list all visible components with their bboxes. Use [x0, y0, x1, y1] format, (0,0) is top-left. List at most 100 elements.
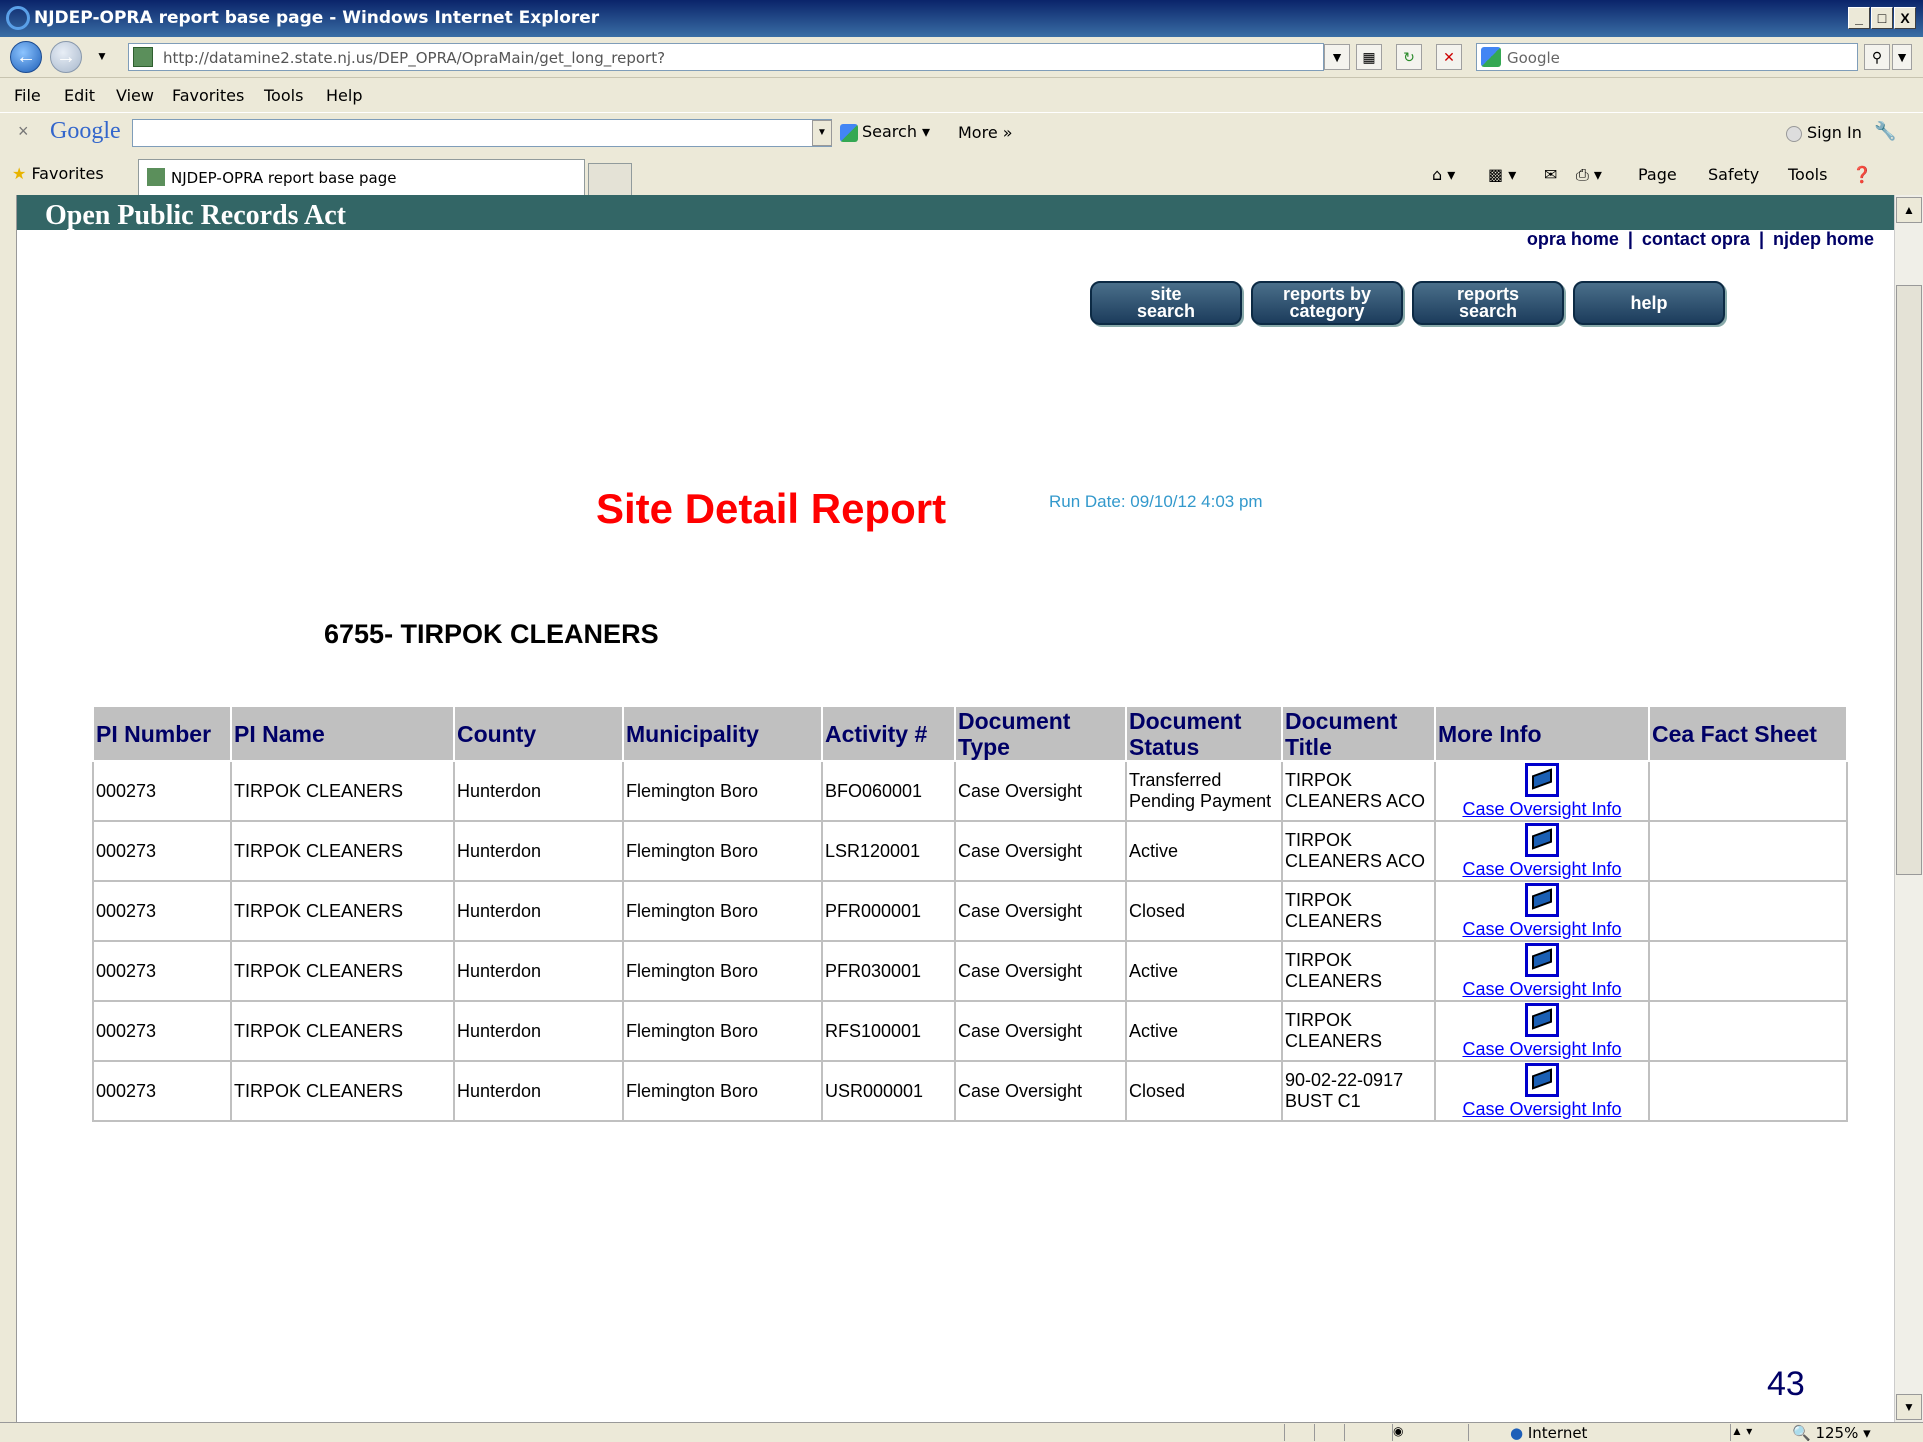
back-button[interactable]: ← — [10, 41, 42, 73]
cell-document-title: TIRPOK CLEANERS — [1281, 1000, 1436, 1062]
reports-by-category-button-text: reports by category — [1283, 285, 1371, 321]
maximize-button[interactable]: □ — [1871, 7, 1893, 29]
page-menu[interactable]: Page — [1638, 165, 1677, 184]
refresh-icon[interactable]: ↻ — [1396, 44, 1422, 70]
home-icon[interactable]: ⌂ ▾ — [1432, 165, 1455, 184]
menu-view[interactable]: View — [116, 86, 154, 105]
table-row: 000273 TIRPOK CLEANERS Hunterdon Flemington… — [92, 1000, 1848, 1062]
cell-cea-fact-sheet — [1648, 820, 1848, 882]
case-oversight-info-link[interactable]: Case Oversight Info — [1438, 1039, 1646, 1060]
cell-document-status: Active — [1125, 820, 1283, 882]
google-search-icon — [1481, 47, 1501, 67]
cell-pi-number: 000273 — [92, 1060, 232, 1122]
menu-file[interactable]: File — [14, 86, 41, 105]
case-oversight-info-link[interactable]: Case Oversight Info — [1438, 979, 1646, 1000]
close-button[interactable]: X — [1894, 7, 1916, 29]
cell-more-info: Case Oversight Info — [1434, 760, 1650, 822]
site-search-button[interactable]: site search — [1090, 281, 1242, 325]
col-more-info: More Info — [1434, 705, 1650, 762]
book-icon[interactable] — [1525, 1062, 1559, 1097]
reports-search-button[interactable]: reports search — [1412, 281, 1564, 325]
sign-in-button[interactable]: Sign In — [1786, 123, 1862, 142]
cell-document-type: Case Oversight — [954, 880, 1127, 942]
safety-menu[interactable]: Safety — [1708, 165, 1759, 184]
cell-document-type: Case Oversight — [954, 1060, 1127, 1122]
case-oversight-info-link[interactable]: Case Oversight Info — [1438, 799, 1646, 820]
zoom-control[interactable]: 🔍 125% ▾ — [1792, 1424, 1871, 1442]
vertical-scrollbar[interactable]: ▲ ▼ — [1894, 195, 1923, 1422]
case-oversight-info-link[interactable]: Case Oversight Info — [1438, 919, 1646, 940]
recent-pages-dropdown-icon[interactable]: ▼ — [96, 49, 108, 63]
search-box[interactable]: Google — [1476, 43, 1858, 71]
zoom-level: 125% — [1815, 1424, 1859, 1442]
slide-number: 43 — [1767, 1365, 1805, 1403]
col-pi-name: PI Name — [230, 705, 455, 762]
tools-menu[interactable]: Tools — [1788, 165, 1827, 184]
stop-icon[interactable]: ✕ — [1436, 44, 1462, 70]
status-cell — [1468, 1424, 1488, 1441]
scroll-thumb[interactable] — [1896, 285, 1922, 875]
contact-opra-link[interactable]: contact opra — [1642, 229, 1750, 249]
sign-in-label: Sign In — [1807, 123, 1862, 142]
opra-home-link[interactable]: opra home — [1527, 229, 1619, 249]
google-toolbar-search-input[interactable] — [132, 119, 832, 147]
close-toolbar-icon[interactable]: × — [18, 121, 29, 142]
cell-pi-number: 000273 — [92, 880, 232, 942]
reports-by-category-line2: category — [1289, 301, 1365, 321]
reports-by-category-button[interactable]: reports by category — [1251, 281, 1403, 325]
menu-edit[interactable]: Edit — [64, 86, 95, 105]
menu-help[interactable]: Help — [326, 86, 362, 105]
scroll-up-icon[interactable]: ▲ — [1896, 197, 1922, 223]
address-bar[interactable]: http://datamine2.state.nj.us/DEP_OPRA/Op… — [128, 43, 1324, 71]
feeds-icon[interactable]: ▩ ▾ — [1488, 165, 1516, 184]
tab-bar: ★ Favorites NJDEP-OPRA report base page … — [0, 153, 1923, 195]
google-toolbar-dropdown-icon[interactable]: ▼ — [812, 120, 832, 146]
new-tab-button[interactable] — [588, 163, 632, 195]
case-oversight-info-link[interactable]: Case Oversight Info — [1438, 1099, 1646, 1120]
site-detail-table: PI Number PI Name County Municipality Ac… — [92, 705, 1848, 1122]
search-options-dropdown-icon[interactable]: ▼ — [1892, 44, 1912, 70]
protected-mode-icon[interactable]: ▲ ▾ — [1730, 1424, 1786, 1441]
address-dropdown-button[interactable]: ▼ — [1324, 44, 1350, 70]
book-icon[interactable] — [1525, 1002, 1559, 1037]
search-placeholder[interactable]: Google — [1507, 49, 1560, 67]
scroll-down-icon[interactable]: ▼ — [1896, 1394, 1922, 1420]
favorites-button[interactable]: ★ Favorites — [12, 164, 104, 183]
google-toolbar: × Google ▼ Search ▾ More » Sign In 🔧 — [0, 112, 1923, 154]
cell-pi-name: TIRPOK CLEANERS — [230, 1060, 455, 1122]
cell-county: Hunterdon — [453, 820, 624, 882]
search-go-icon[interactable]: ⚲ — [1864, 44, 1890, 70]
tab-favicon-icon — [147, 168, 165, 186]
help-button[interactable]: help — [1573, 281, 1725, 325]
case-oversight-info-link[interactable]: Case Oversight Info — [1438, 859, 1646, 880]
privacy-icon[interactable]: ◉ — [1392, 1424, 1432, 1441]
cell-document-title: TIRPOK CLEANERS — [1281, 940, 1436, 1002]
compatibility-view-icon[interactable]: ▦ — [1356, 44, 1382, 70]
cell-pi-name: TIRPOK CLEANERS — [230, 880, 455, 942]
cell-more-info: Case Oversight Info — [1434, 820, 1650, 882]
site-name-heading: 6755- TIRPOK CLEANERS — [324, 619, 659, 649]
book-icon[interactable] — [1525, 822, 1559, 857]
tab-active[interactable]: NJDEP-OPRA report base page — [138, 159, 585, 195]
menu-favorites[interactable]: Favorites — [172, 86, 244, 105]
book-icon[interactable] — [1525, 882, 1559, 917]
njdep-home-link[interactable]: njdep home — [1773, 229, 1874, 249]
minimize-button[interactable]: _ — [1848, 7, 1870, 29]
google-search-button[interactable]: Search ▾ — [840, 122, 930, 142]
cell-county: Hunterdon — [453, 1000, 624, 1062]
mail-icon[interactable]: ✉ — [1544, 165, 1557, 184]
wrench-icon[interactable]: 🔧 — [1874, 121, 1896, 142]
cell-document-title: 90-02-22-0917 BUST C1 — [1281, 1060, 1436, 1122]
forward-button[interactable]: → — [50, 41, 82, 73]
zone-indicator: ● Internet — [1510, 1424, 1587, 1442]
more-button[interactable]: More » — [958, 123, 1013, 142]
print-icon[interactable]: ⎙ ▾ — [1576, 165, 1602, 185]
help-icon[interactable]: ❓ — [1852, 165, 1872, 184]
cell-document-status: Active — [1125, 1000, 1283, 1062]
menu-tools[interactable]: Tools — [264, 86, 303, 105]
book-icon[interactable] — [1525, 942, 1559, 977]
cell-activity: USR000001 — [821, 1060, 956, 1122]
book-icon[interactable] — [1525, 762, 1559, 797]
address-url[interactable]: http://datamine2.state.nj.us/DEP_OPRA/Op… — [163, 49, 665, 67]
report-title: Site Detail Report — [596, 485, 947, 532]
